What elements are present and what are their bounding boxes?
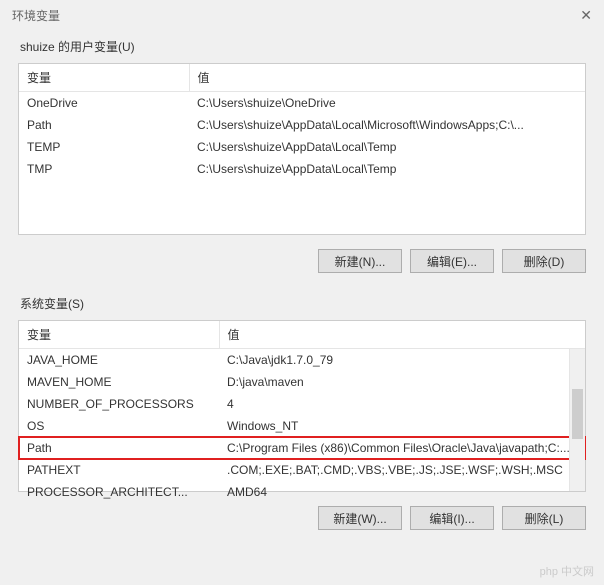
table-row[interactable]: PathC:\Program Files (x86)\Common Files\… [19, 437, 585, 459]
table-row[interactable]: PATHEXT.COM;.EXE;.BAT;.CMD;.VBS;.VBE;.JS… [19, 459, 585, 481]
user-vars-label: shuize 的用户变量(U) [0, 30, 604, 63]
var-value-cell: C:\Users\shuize\AppData\Local\Microsoft\… [189, 114, 585, 136]
system-scrollbar[interactable] [569, 349, 585, 491]
system-delete-button[interactable]: 删除(L) [502, 506, 586, 530]
table-row[interactable]: TMPC:\Users\shuize\AppData\Local\Temp [19, 158, 585, 180]
user-vars-table-container: 变量 值 OneDriveC:\Users\shuize\OneDrivePat… [18, 63, 586, 235]
user-edit-button[interactable]: 编辑(E)... [410, 249, 494, 273]
table-row[interactable]: PROCESSOR_ARCHITECT...AMD64 [19, 481, 585, 503]
system-vars-table-container: 变量 值 JAVA_HOMEC:\Java\jdk1.7.0_79MAVEN_H… [18, 320, 586, 492]
table-row[interactable]: PathC:\Users\shuize\AppData\Local\Micros… [19, 114, 585, 136]
var-value-cell: C:\Program Files (x86)\Common Files\Orac… [219, 437, 585, 459]
var-name-cell: Path [19, 437, 219, 459]
user-delete-button[interactable]: 删除(D) [502, 249, 586, 273]
system-vars-table[interactable]: 变量 值 JAVA_HOMEC:\Java\jdk1.7.0_79MAVEN_H… [19, 321, 585, 503]
var-name-cell: MAVEN_HOME [19, 371, 219, 393]
scrollbar-thumb[interactable] [572, 389, 583, 439]
var-name-cell: NUMBER_OF_PROCESSORS [19, 393, 219, 415]
system-new-button[interactable]: 新建(W)... [318, 506, 402, 530]
var-name-cell: TMP [19, 158, 189, 180]
table-row[interactable]: JAVA_HOMEC:\Java\jdk1.7.0_79 [19, 349, 585, 372]
user-col-value[interactable]: 值 [189, 64, 585, 92]
dialog-title: 环境变量 [12, 7, 60, 24]
table-row[interactable]: OSWindows_NT [19, 415, 585, 437]
watermark: php 中文网 [540, 563, 594, 579]
var-name-cell: OS [19, 415, 219, 437]
var-value-cell: C:\Users\shuize\AppData\Local\Temp [189, 136, 585, 158]
table-row[interactable]: NUMBER_OF_PROCESSORS4 [19, 393, 585, 415]
var-name-cell: OneDrive [19, 92, 189, 115]
var-name-cell: Path [19, 114, 189, 136]
user-col-variable[interactable]: 变量 [19, 64, 189, 92]
var-name-cell: PROCESSOR_ARCHITECT... [19, 481, 219, 503]
table-row[interactable]: OneDriveC:\Users\shuize\OneDrive [19, 92, 585, 115]
table-row[interactable]: MAVEN_HOMED:\java\maven [19, 371, 585, 393]
user-button-row: 新建(N)... 编辑(E)... 删除(D) [0, 235, 604, 287]
var-value-cell: C:\Users\shuize\OneDrive [189, 92, 585, 115]
user-vars-table[interactable]: 变量 值 OneDriveC:\Users\shuize\OneDrivePat… [19, 64, 585, 180]
env-vars-dialog: 环境变量 ✕ shuize 的用户变量(U) 变量 值 OneDriveC:\U… [0, 0, 604, 585]
var-value-cell: Windows_NT [219, 415, 585, 437]
var-name-cell: JAVA_HOME [19, 349, 219, 372]
var-value-cell: AMD64 [219, 481, 585, 503]
var-value-cell: C:\Users\shuize\AppData\Local\Temp [189, 158, 585, 180]
user-new-button[interactable]: 新建(N)... [318, 249, 402, 273]
var-value-cell: 4 [219, 393, 585, 415]
var-name-cell: TEMP [19, 136, 189, 158]
table-row[interactable]: TEMPC:\Users\shuize\AppData\Local\Temp [19, 136, 585, 158]
system-col-value[interactable]: 值 [219, 321, 585, 349]
var-value-cell: .COM;.EXE;.BAT;.CMD;.VBS;.VBE;.JS;.JSE;.… [219, 459, 585, 481]
close-icon[interactable]: ✕ [580, 7, 592, 24]
var-value-cell: D:\java\maven [219, 371, 585, 393]
var-value-cell: C:\Java\jdk1.7.0_79 [219, 349, 585, 372]
title-bar: 环境变量 ✕ [0, 0, 604, 30]
system-edit-button[interactable]: 编辑(I)... [410, 506, 494, 530]
var-name-cell: PATHEXT [19, 459, 219, 481]
system-col-variable[interactable]: 变量 [19, 321, 219, 349]
system-vars-label: 系统变量(S) [0, 287, 604, 320]
